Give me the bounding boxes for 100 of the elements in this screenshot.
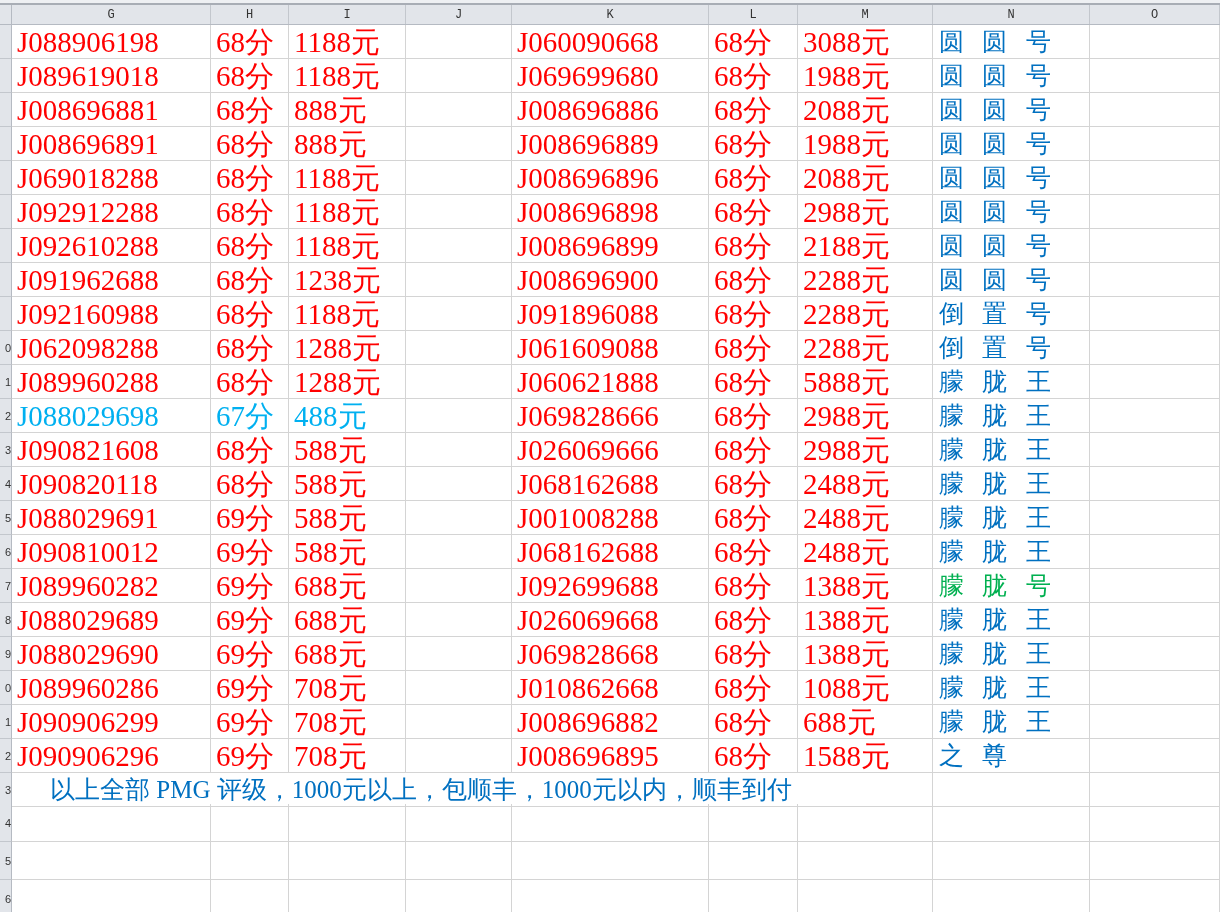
table-cell: J088029691 (12, 501, 211, 535)
table-cell: 2988元 (798, 433, 933, 467)
table-cell: 67分 (211, 399, 289, 433)
column-header[interactable]: N (933, 5, 1090, 24)
table-cell: J089960282 (12, 569, 211, 603)
column-header[interactable]: I (289, 5, 406, 24)
table-cell: 68分 (211, 195, 289, 229)
column-header[interactable]: J (406, 5, 512, 24)
table-cell: J069828666 (512, 399, 709, 433)
table-cell: J090810012 (12, 535, 211, 569)
row-header[interactable]: 4 (0, 467, 12, 501)
table-cell: J069699680 (512, 59, 709, 93)
table-cell: 708元 (289, 671, 406, 705)
row-header[interactable]: 3 (0, 433, 12, 467)
table-cell: 69分 (211, 603, 289, 637)
table-cell: 朦 胧 王 (933, 705, 1090, 739)
row-header[interactable]: 4 (0, 804, 12, 842)
row-header[interactable] (0, 93, 12, 127)
table-cell: 1988元 (798, 127, 933, 161)
table-cell: 69分 (211, 501, 289, 535)
table-cell: J088906198 (12, 25, 211, 59)
table-cell: J001008288 (512, 501, 709, 535)
row-header[interactable]: 2 (0, 739, 12, 773)
table-cell: 488元 (289, 399, 406, 433)
table-cell: 圆 圆 号 (933, 263, 1090, 297)
table-cell: 68分 (709, 297, 798, 331)
table-cell: J008696881 (12, 93, 211, 127)
row-header[interactable] (0, 229, 12, 263)
table-cell: J008696889 (512, 127, 709, 161)
table-cell: 69分 (211, 535, 289, 569)
column-header[interactable]: O (1090, 5, 1220, 24)
row-header[interactable]: 0 (0, 331, 12, 365)
table-cell: 68分 (709, 603, 798, 637)
table-cell: 2188元 (798, 229, 933, 263)
row-header[interactable] (0, 263, 12, 297)
table-cell: 2488元 (798, 467, 933, 501)
table-cell: 圆 圆 号 (933, 93, 1090, 127)
row-header[interactable]: 5 (0, 501, 12, 535)
row-header[interactable]: 1 (0, 705, 12, 739)
table-cell: J008696882 (512, 705, 709, 739)
table-cell: J088029689 (12, 603, 211, 637)
table-cell: 69分 (211, 637, 289, 671)
table-cell: 588元 (289, 535, 406, 569)
column-header[interactable]: G (12, 5, 211, 24)
table-cell: 圆 圆 号 (933, 127, 1090, 161)
table-cell: 1388元 (798, 637, 933, 671)
table-cell: 倒 置 号 (933, 297, 1090, 331)
row-header[interactable]: 2 (0, 399, 12, 433)
table-cell: J008696886 (512, 93, 709, 127)
table-cell: 1188元 (289, 25, 406, 59)
table-cell: 588元 (289, 467, 406, 501)
table-cell: 68分 (211, 59, 289, 93)
table-cell: 68分 (709, 671, 798, 705)
note-text: 以上全部 PMG 评级，1000元以上，包顺丰，1000元以内，顺丰到付 (12, 773, 933, 807)
table-cell: J091962688 (12, 263, 211, 297)
row-header[interactable]: 6 (0, 880, 12, 912)
column-header[interactable]: M (798, 5, 933, 24)
table-cell: J060621888 (512, 365, 709, 399)
table-cell: 688元 (289, 603, 406, 637)
row-header[interactable]: 5 (0, 842, 12, 880)
row-header[interactable] (0, 127, 12, 161)
row-header[interactable]: 3 (0, 773, 12, 807)
table-cell: 69分 (211, 671, 289, 705)
table-cell: 68分 (709, 59, 798, 93)
table-cell: 1088元 (798, 671, 933, 705)
row-header[interactable]: 9 (0, 637, 12, 671)
row-header[interactable] (0, 161, 12, 195)
row-header[interactable]: 6 (0, 535, 12, 569)
table-cell: 68分 (709, 161, 798, 195)
table-cell: J089960286 (12, 671, 211, 705)
column-header[interactable]: L (709, 5, 798, 24)
table-cell: J069828668 (512, 637, 709, 671)
table-cell: 68分 (211, 331, 289, 365)
table-cell: 688元 (798, 705, 933, 739)
table-cell: J068162688 (512, 535, 709, 569)
row-header[interactable] (0, 59, 12, 93)
table-cell: 68分 (211, 365, 289, 399)
table-cell: J061609088 (512, 331, 709, 365)
row-header[interactable]: 7 (0, 569, 12, 603)
table-cell: J060090668 (512, 25, 709, 59)
table-cell: J090820118 (12, 467, 211, 501)
row-header[interactable]: 1 (0, 365, 12, 399)
table-cell: 68分 (709, 25, 798, 59)
table-cell: 5888元 (798, 365, 933, 399)
row-header[interactable] (0, 195, 12, 229)
table-cell: 68分 (211, 263, 289, 297)
row-header[interactable]: 0 (0, 671, 12, 705)
row-header[interactable] (0, 25, 12, 59)
column-header[interactable]: K (512, 5, 709, 24)
row-header[interactable]: 8 (0, 603, 12, 637)
table-cell: 68分 (211, 161, 289, 195)
table-cell: J092699688 (512, 569, 709, 603)
table-cell: 1188元 (289, 195, 406, 229)
table-cell: 888元 (289, 93, 406, 127)
row-header[interactable] (0, 297, 12, 331)
table-cell: 68分 (211, 25, 289, 59)
table-cell: 圆 圆 号 (933, 229, 1090, 263)
table-cell: J010862668 (512, 671, 709, 705)
column-header[interactable]: H (211, 5, 289, 24)
table-cell: 68分 (709, 263, 798, 297)
